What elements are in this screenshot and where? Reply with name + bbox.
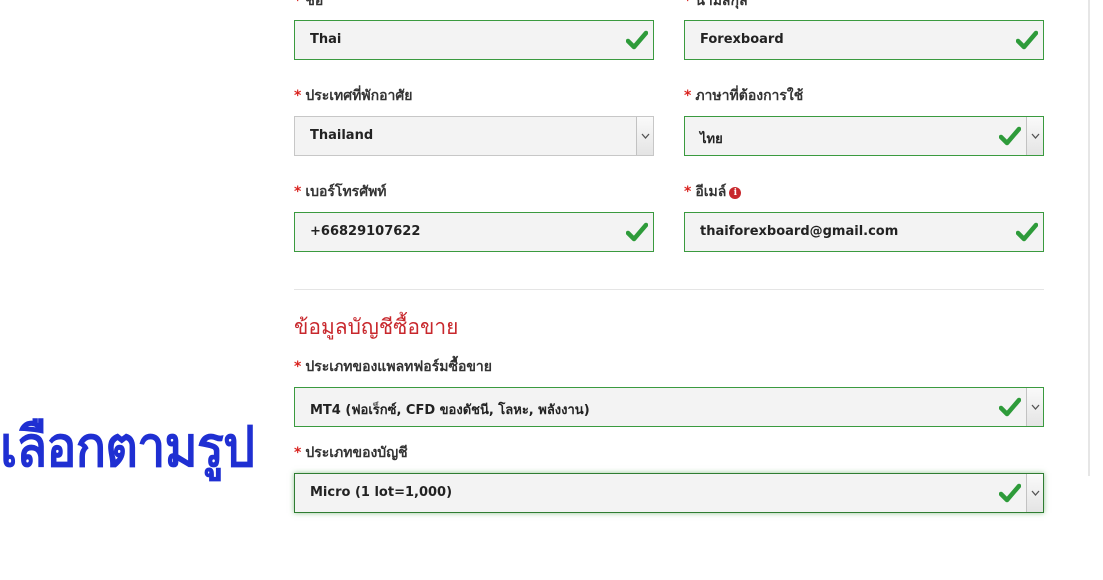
- last-name-label: * นามสกุล: [684, 0, 748, 10]
- required-marker: *: [684, 88, 692, 104]
- language-value: ไทย: [700, 132, 723, 147]
- required-marker: *: [294, 445, 302, 461]
- section-title-trading-account: ข้อมูลบัญชีซื้อขาย: [294, 315, 459, 339]
- info-icon[interactable]: i: [729, 187, 742, 199]
- platform-value: MT4 (ฟอเร็กซ์, CFD ของดัชนี, โลหะ, พลังง…: [310, 403, 590, 418]
- required-marker: *: [684, 0, 692, 9]
- first-name-field[interactable]: Thai: [294, 20, 654, 60]
- checkmark-icon: [626, 30, 648, 50]
- checkmark-icon: [999, 397, 1021, 417]
- required-marker: *: [294, 359, 302, 375]
- chevron-down-icon: [1031, 490, 1040, 496]
- phone-label: * เบอร์โทรศัพท์: [294, 184, 387, 200]
- country-value: Thailand: [310, 128, 374, 143]
- annotation-text: เลือกตามรูป: [0, 414, 255, 480]
- checkmark-icon: [1016, 30, 1038, 50]
- required-marker: *: [294, 0, 302, 9]
- account-type-select[interactable]: Micro (1 lot=1,000): [294, 473, 1044, 513]
- checkmark-icon: [626, 222, 648, 242]
- email-field[interactable]: thaiforexboard@gmail.com: [684, 212, 1044, 252]
- account-type-label: * ประเภทของบัญชี: [294, 445, 408, 461]
- phone-value: +66829107622: [310, 224, 421, 239]
- checkmark-icon: [999, 483, 1021, 503]
- email-label: * อีเมล์ i: [684, 183, 742, 201]
- chevron-down-icon: [641, 133, 650, 139]
- required-marker: *: [684, 184, 692, 200]
- platform-label: * ประเภทของแพลทฟอร์มซื้อขาย: [294, 359, 492, 375]
- chevron-down-icon: [1031, 404, 1040, 410]
- required-marker: *: [294, 184, 302, 200]
- chevron-down-icon: [1031, 133, 1040, 139]
- email-value: thaiforexboard@gmail.com: [700, 224, 899, 239]
- scrollbar-track[interactable]: [1088, 0, 1090, 476]
- country-label: * ประเทศที่พักอาศัย: [294, 88, 413, 104]
- checkmark-icon: [999, 126, 1021, 146]
- account-type-value: Micro (1 lot=1,000): [310, 485, 453, 500]
- dropdown-button[interactable]: [1026, 388, 1043, 426]
- required-marker: *: [294, 88, 302, 104]
- dropdown-button[interactable]: [1026, 117, 1043, 155]
- dropdown-button[interactable]: [636, 117, 653, 155]
- country-select[interactable]: Thailand: [294, 116, 654, 156]
- first-name-label: * ชื่อ: [294, 0, 323, 10]
- language-select[interactable]: ไทย: [684, 116, 1044, 156]
- platform-select[interactable]: MT4 (ฟอเร็กซ์, CFD ของดัชนี, โลหะ, พลังง…: [294, 387, 1044, 427]
- section-divider: [294, 289, 1044, 290]
- language-label: * ภาษาที่ต้องการใช้: [684, 88, 804, 104]
- dropdown-button[interactable]: [1026, 474, 1043, 512]
- last-name-value: Forexboard: [700, 32, 784, 47]
- phone-field[interactable]: +66829107622: [294, 212, 654, 252]
- first-name-value: Thai: [310, 32, 342, 47]
- last-name-field[interactable]: Forexboard: [684, 20, 1044, 60]
- checkmark-icon: [1016, 222, 1038, 242]
